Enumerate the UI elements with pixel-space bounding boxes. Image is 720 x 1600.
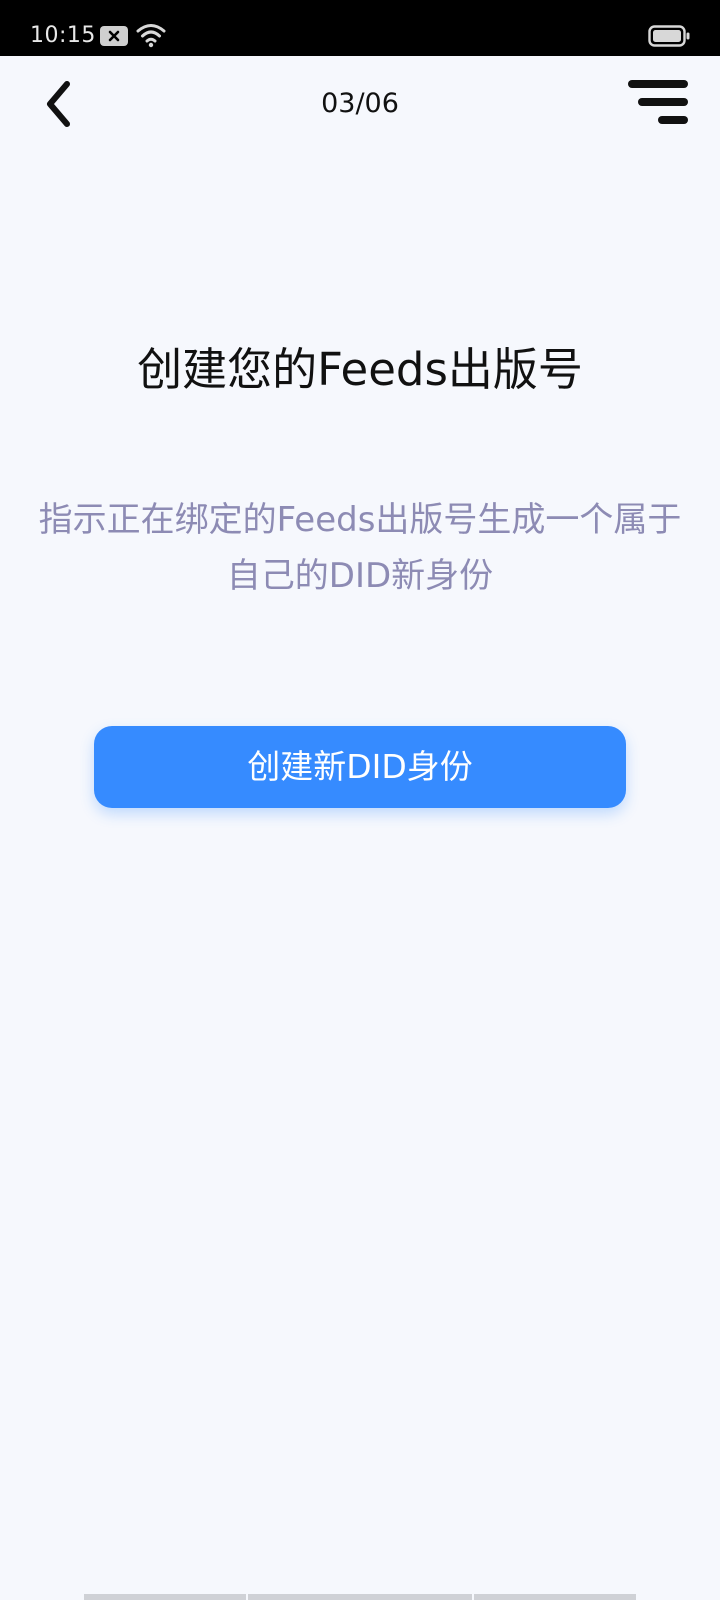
create-did-button[interactable]: 创建新DID身份	[94, 726, 626, 808]
status-time: 10:15	[30, 23, 96, 48]
home-indicator-segment	[474, 1594, 636, 1600]
back-button[interactable]	[28, 74, 88, 134]
home-indicator-segment	[84, 1594, 246, 1600]
menu-icon	[628, 80, 688, 124]
battery-icon	[648, 25, 690, 47]
menu-button[interactable]	[628, 74, 692, 134]
page-title: 创建您的Feeds出版号	[137, 343, 583, 397]
wifi-icon	[136, 24, 166, 48]
home-indicator-segment	[248, 1594, 472, 1600]
notification-icon	[100, 26, 128, 46]
chevron-left-icon	[47, 81, 70, 127]
page-counter: 03/06	[321, 88, 399, 119]
description-text: 指示正在绑定的Feeds出版号生成一个属于自己的DID新身份	[38, 500, 682, 596]
header: 03/06	[0, 56, 720, 152]
status-bar: 10:15	[0, 0, 720, 56]
